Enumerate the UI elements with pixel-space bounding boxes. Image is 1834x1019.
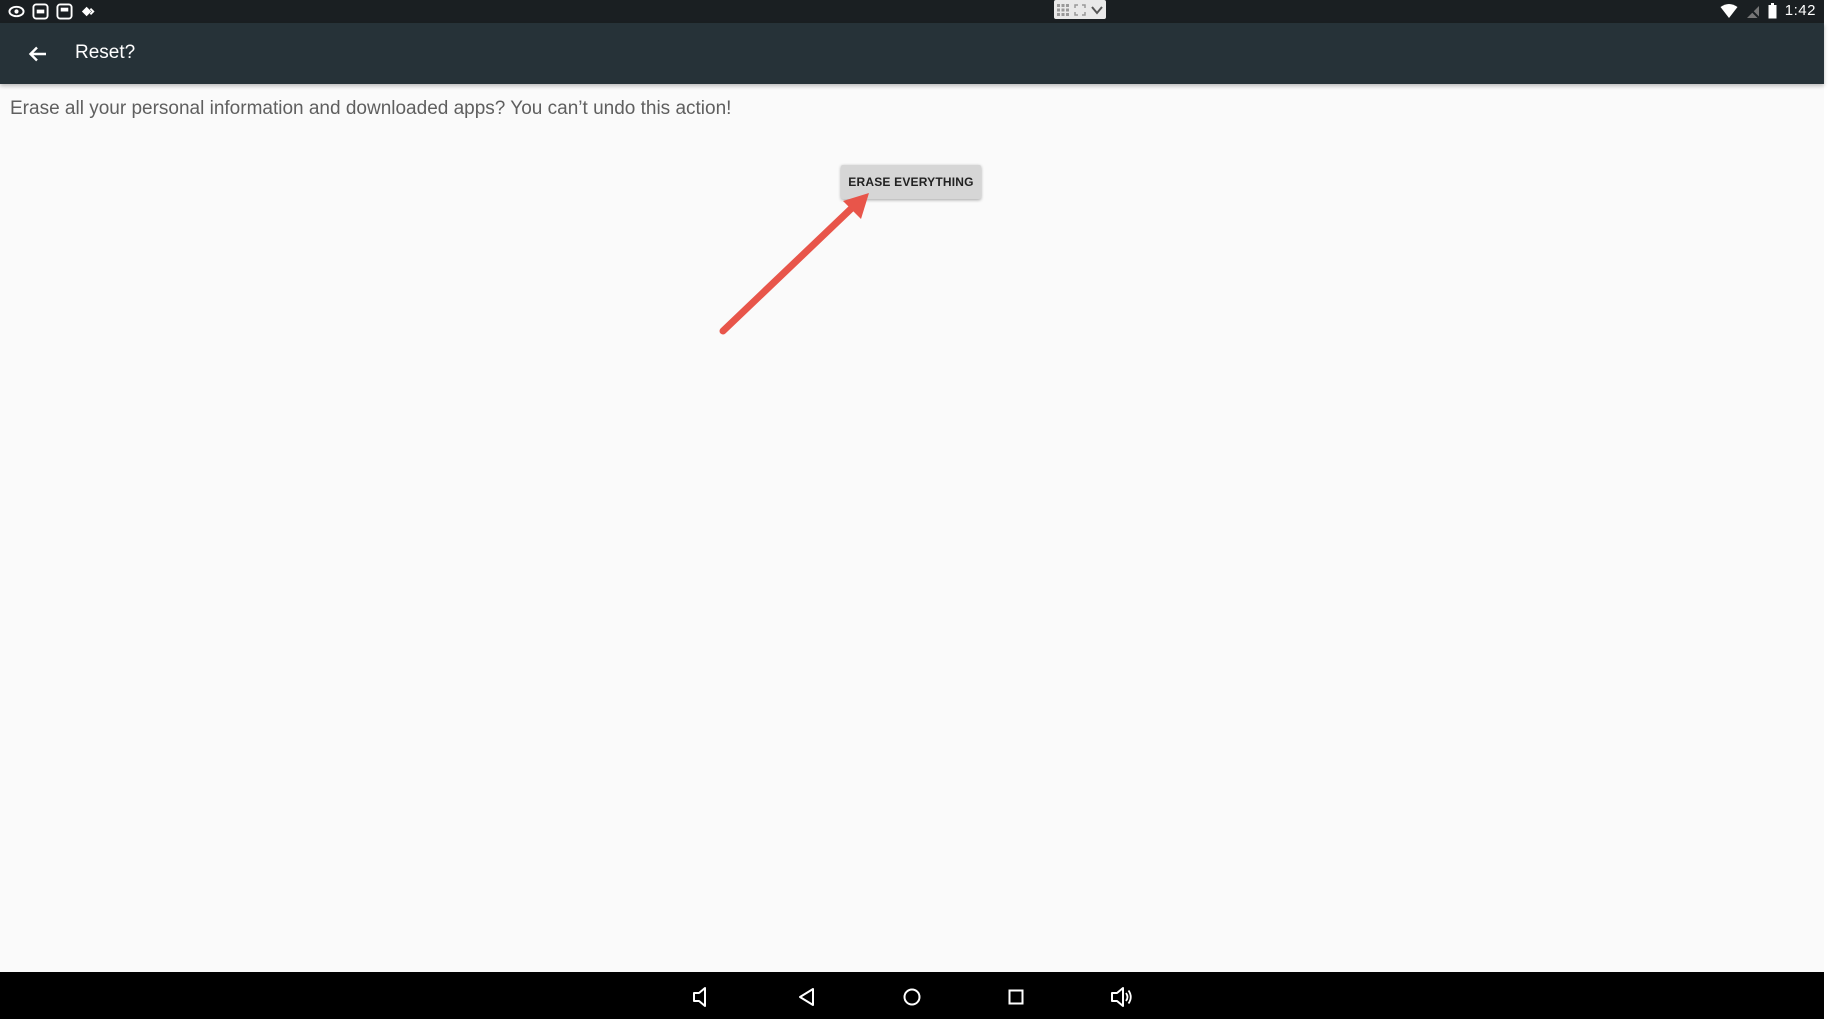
nav-back-button[interactable] (790, 980, 824, 1014)
chevron-down-icon (1091, 5, 1103, 15)
home-icon (903, 988, 921, 1006)
volume-up-button[interactable] (1104, 980, 1138, 1014)
recents-button[interactable] (999, 980, 1033, 1014)
volume-down-icon (693, 987, 706, 1007)
back-icon (799, 988, 814, 1006)
wifi-icon (1720, 3, 1738, 18)
page-title: Reset? (75, 42, 136, 63)
home-button[interactable] (895, 980, 929, 1014)
screen: 1:42 Reset? Erase all your personal info… (0, 0, 1824, 1019)
navigation-bar (0, 972, 1824, 1019)
volume-up-icon (1111, 987, 1132, 1007)
expand-icon (1074, 3, 1086, 16)
reset-warning-message: Erase all your personal information and … (10, 98, 732, 119)
status-bar: 1:42 (0, 0, 1824, 23)
notification-icons (8, 3, 97, 20)
app-icon (32, 3, 49, 20)
clock: 1:42 (1784, 2, 1816, 19)
volume-down-button[interactable] (684, 980, 718, 1014)
no-signal-icon (1746, 4, 1760, 19)
battery-icon (1768, 2, 1777, 18)
app-icon (56, 3, 73, 20)
keyboard-indicator[interactable] (1054, 0, 1106, 19)
diamond-icon (81, 6, 95, 17)
annotation-arrow (719, 193, 869, 335)
toolbar: Reset? (0, 23, 1824, 84)
grid-icon (1057, 3, 1069, 16)
recents-icon (1008, 989, 1024, 1005)
erase-everything-button[interactable]: ERASE EVERYTHING (841, 165, 981, 199)
arrow-back-icon (28, 46, 46, 62)
back-button[interactable] (18, 34, 58, 74)
eye-icon (8, 5, 25, 18)
system-icons: 1:42 (1720, 2, 1816, 19)
